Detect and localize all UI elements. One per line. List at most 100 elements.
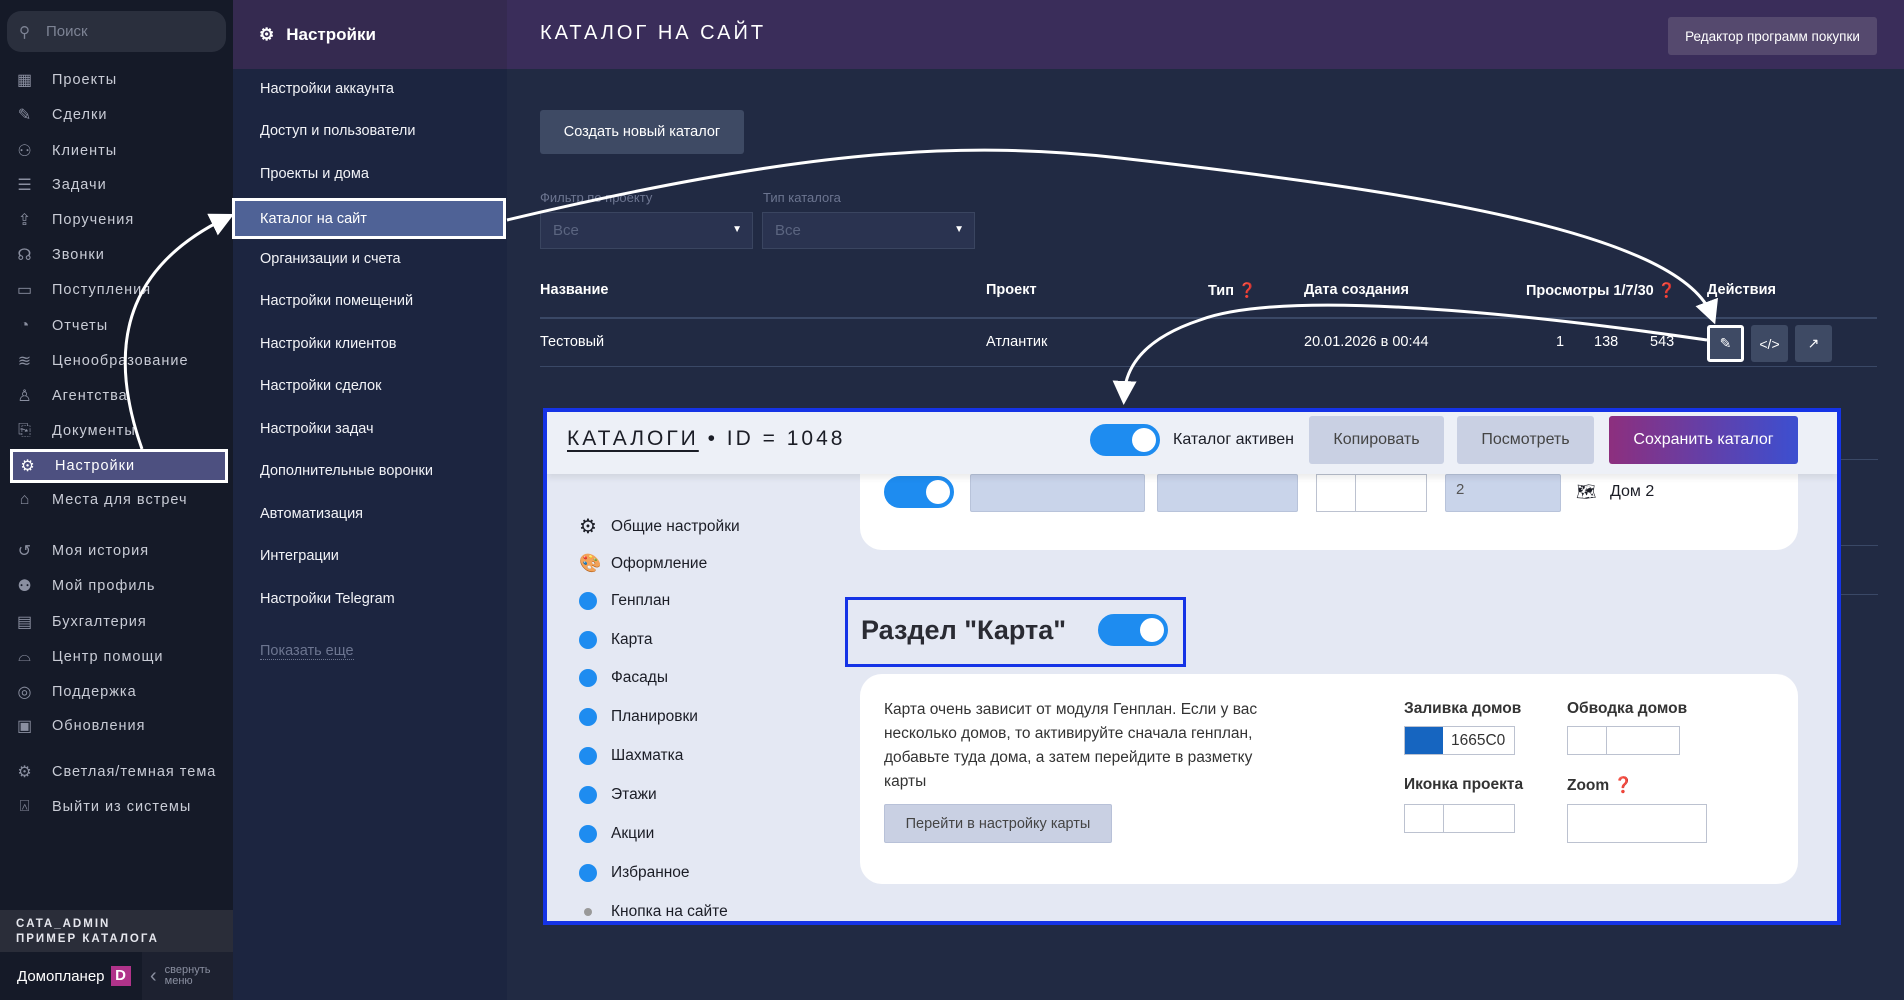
- settings-item[interactable]: Настройки клиентов: [260, 336, 397, 352]
- nav-documents[interactable]: ⎘ Документы: [14, 418, 136, 444]
- settings-item[interactable]: Дополнительные воронки: [260, 463, 433, 479]
- catalogs-link[interactable]: КАТАЛОГИ: [567, 427, 699, 450]
- help-icon[interactable]: ❓: [1658, 283, 1676, 299]
- column-header-type: Тип ❓: [1208, 283, 1257, 299]
- catalog-active-toggle[interactable]: [1090, 424, 1160, 456]
- nav-theme[interactable]: ⚙ Светлая/темная тема: [14, 759, 216, 785]
- nav-layouts[interactable]: Планировки: [579, 708, 698, 726]
- settings-item-catalog-selected[interactable]: Каталог на сайт: [232, 198, 506, 239]
- nav-help-center[interactable]: ⌓ Центр помощи: [14, 644, 164, 670]
- nav-design[interactable]: 🎨 Оформление: [579, 553, 707, 574]
- map-icon: 🗺: [1576, 484, 1597, 501]
- filter-type-select[interactable]: Все ▼: [762, 212, 975, 249]
- house-field[interactable]: [1157, 474, 1298, 512]
- nav-site-button[interactable]: Кнопка на сайте: [579, 903, 728, 921]
- stroke-color-input[interactable]: [1567, 726, 1680, 755]
- nav-promotions[interactable]: Акции: [579, 825, 654, 843]
- help-icon[interactable]: ❓: [1238, 283, 1256, 299]
- nav-agencies[interactable]: ♙ Агентства: [14, 383, 128, 409]
- nav-support[interactable]: ◎ Поддержка: [14, 679, 137, 705]
- nav-chessboard[interactable]: Шахматка: [579, 747, 683, 765]
- nav-facades[interactable]: Фасады: [579, 669, 668, 687]
- fill-color-swatch[interactable]: [1405, 727, 1443, 754]
- status-dot-icon: [579, 708, 597, 726]
- settings-item[interactable]: Настройки сделок: [260, 378, 381, 394]
- deals-icon: ✎: [17, 107, 33, 124]
- filter-project-select[interactable]: Все ▼: [540, 212, 753, 249]
- nav-reports[interactable]: ◔ Отчеты: [14, 313, 108, 339]
- zoom-input[interactable]: [1567, 804, 1707, 843]
- settings-item[interactable]: Организации и счета: [260, 251, 401, 267]
- show-more-link[interactable]: Показать еще: [260, 643, 354, 660]
- nav-clients[interactable]: ⚇ Клиенты: [14, 138, 117, 164]
- nav-general-settings[interactable]: ⚙ Общие настройки: [579, 514, 740, 539]
- nav-calls[interactable]: ☊ Звонки: [14, 242, 105, 268]
- gears-icon: ⚙: [259, 24, 275, 44]
- create-catalog-button[interactable]: Создать новый каталог: [540, 110, 744, 154]
- fill-color-input[interactable]: 1665C0: [1404, 726, 1515, 755]
- settings-item[interactable]: Доступ и пользователи: [260, 123, 415, 139]
- nav-pricing[interactable]: ≋ Ценообразование: [14, 348, 189, 374]
- building-icon: ▦: [16, 72, 34, 89]
- help-icon[interactable]: ❓: [1614, 777, 1633, 794]
- brand-logo-icon: D: [110, 966, 131, 986]
- section-title: Раздел "Карта": [861, 615, 1067, 645]
- external-link-icon: ↗: [1807, 335, 1820, 351]
- nav-settings[interactable]: ⚙ Настройки: [10, 449, 228, 483]
- house-toggle[interactable]: [884, 476, 954, 508]
- nav-favorites[interactable]: Избранное: [579, 864, 690, 882]
- nav-floors[interactable]: Этажи: [579, 786, 657, 804]
- copy-button[interactable]: Копировать: [1309, 416, 1444, 464]
- house-color-field[interactable]: [1316, 474, 1427, 512]
- view-button[interactable]: Посмотреть: [1457, 416, 1594, 464]
- embed-code-button[interactable]: </>: [1751, 325, 1788, 362]
- caret-down-icon: ▼: [954, 224, 964, 235]
- nav-assignments[interactable]: ⇪ Поручения: [14, 207, 134, 233]
- nav-map[interactable]: Карта: [579, 631, 652, 649]
- card-icon: ▤: [16, 614, 34, 631]
- map-section-toggle[interactable]: [1098, 614, 1168, 646]
- column-header-project: Проект: [986, 282, 1037, 298]
- settings-item[interactable]: Настройки Telegram: [260, 591, 395, 607]
- edit-button[interactable]: ✎: [1707, 325, 1744, 362]
- nav-tasks[interactable]: ☰ Задачи: [14, 172, 107, 198]
- door-icon: ⍓: [19, 798, 31, 815]
- headset-icon: ☊: [17, 247, 33, 264]
- wallet-icon: ▭: [16, 282, 34, 299]
- save-catalog-button[interactable]: Сохранить каталог: [1609, 416, 1798, 464]
- page-title: КАТАЛОГ НА САЙТ: [540, 22, 767, 44]
- nav-projects[interactable]: ▦ Проекты: [14, 67, 117, 93]
- settings-item[interactable]: Проекты и дома: [260, 166, 369, 182]
- house-number-field[interactable]: 2: [1445, 474, 1561, 512]
- map-section-header: Раздел "Карта": [845, 597, 1186, 667]
- user-gear-icon: ⚉: [17, 578, 33, 595]
- column-header-name: Название: [540, 282, 609, 298]
- settings-item[interactable]: Интеграции: [260, 548, 339, 564]
- nav-logout[interactable]: ⍓ Выйти из системы: [14, 794, 191, 820]
- catalog-active-label: Каталог активен: [1173, 431, 1295, 448]
- map-settings-button[interactable]: Перейти в настройку карты: [884, 804, 1112, 843]
- project-icon-input[interactable]: [1404, 804, 1515, 833]
- nav-profile[interactable]: ⚉ Мой профиль: [14, 573, 155, 599]
- settings-item[interactable]: Настройки задач: [260, 421, 374, 437]
- settings-item[interactable]: Настройки аккаунта: [260, 81, 394, 97]
- nav-income[interactable]: ▭ Поступления: [14, 277, 151, 303]
- nav-accounting[interactable]: ▤ Бухгалтерия: [14, 609, 147, 635]
- nav-deals[interactable]: ✎ Сделки: [14, 102, 107, 128]
- settings-item[interactable]: Настройки помещений: [260, 293, 413, 309]
- user-block[interactable]: CATA_ADMIN ПРИМЕР КАТАЛОГА: [0, 910, 233, 952]
- house-field[interactable]: [970, 474, 1145, 512]
- settings-item[interactable]: Автоматизация: [260, 506, 363, 522]
- nav-history[interactable]: ↺ Моя история: [14, 538, 149, 564]
- purchase-program-editor-button[interactable]: Редактор программ покупки: [1668, 17, 1877, 55]
- row-divider: [1840, 545, 1878, 546]
- open-external-button[interactable]: ↗: [1795, 325, 1832, 362]
- nav-updates[interactable]: ▣ Обновления: [14, 713, 146, 739]
- nav-meeting-places[interactable]: ⌂ Места для встреч: [14, 487, 188, 513]
- search-input[interactable]: ⚲ Поиск: [7, 11, 226, 52]
- checklist-icon: ☰: [17, 177, 33, 194]
- pie-chart-icon: ◔: [19, 317, 31, 334]
- main-sidebar: ⚲ Поиск ▦ Проекты ✎ Сделки ⚇ Клиенты ☰ Задачи…: [0, 0, 233, 1000]
- nav-genplan[interactable]: Генплан: [579, 592, 670, 610]
- collapse-menu-button[interactable]: ‹ свернуть меню: [142, 952, 233, 1000]
